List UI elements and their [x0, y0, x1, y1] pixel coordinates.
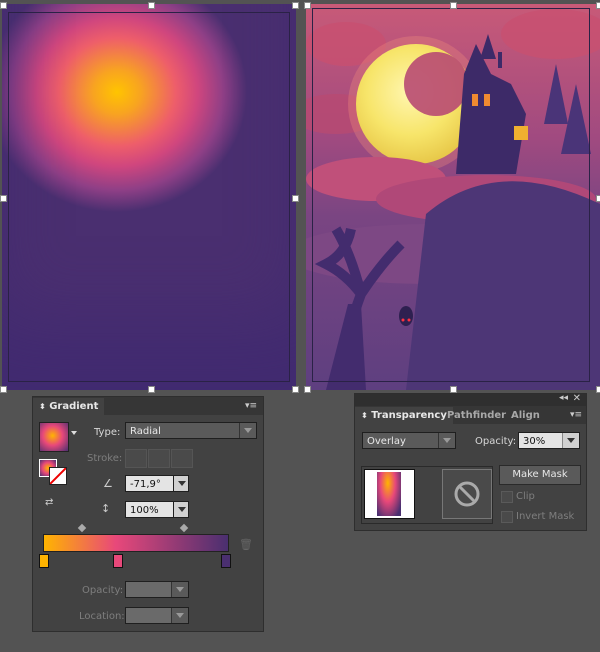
selection-handle[interactable]	[304, 2, 311, 9]
selection-handle[interactable]	[292, 195, 299, 202]
selection-handle[interactable]	[292, 386, 299, 393]
gradient-panel: ⬍ Gradient ▾≡ Type: Radial Stroke: ⇄ ∠ -…	[32, 396, 264, 632]
thumbnail-image	[377, 472, 401, 516]
stroke-across-icon[interactable]	[171, 449, 193, 468]
artboard-illustration[interactable]	[306, 4, 600, 390]
selection-handle[interactable]	[450, 386, 457, 393]
artboard-frame	[312, 8, 590, 382]
close-icon[interactable]: ✕	[573, 393, 581, 404]
gradient-stop[interactable]	[39, 554, 49, 568]
mask-thumbnail[interactable]	[442, 469, 492, 519]
no-mask-icon	[454, 481, 480, 507]
transparency-panel: ◂◂ ✕ ⬍ Transparency Pathfinder Align ▾≡ …	[354, 393, 587, 531]
selection-handle[interactable]	[0, 195, 7, 202]
gradient-stop[interactable]	[221, 554, 231, 568]
tab-transparency[interactable]: ⬍ Transparency	[355, 407, 453, 424]
chevron-down-icon[interactable]	[71, 431, 77, 435]
angle-icon: ∠	[103, 477, 113, 490]
selection-handle[interactable]	[596, 195, 600, 202]
selection-handle[interactable]	[148, 2, 155, 9]
chevron-down-icon	[171, 582, 188, 597]
opacity-label: Opacity:	[475, 436, 517, 447]
selection-handle[interactable]	[292, 2, 299, 9]
tab-align[interactable]: Align	[505, 407, 546, 424]
gradient-slider[interactable]	[43, 534, 229, 552]
blend-mode-select[interactable]: Overlay	[362, 432, 456, 449]
chevron-down-icon	[171, 608, 188, 623]
selection-handle[interactable]	[596, 2, 600, 9]
selection-handle[interactable]	[596, 386, 600, 393]
chevron-down-icon	[438, 433, 455, 448]
location-field[interactable]	[125, 607, 189, 624]
angle-dropdown[interactable]	[173, 475, 189, 492]
collapse-icon: ⬍	[39, 402, 46, 411]
panel-menu-icon[interactable]: ▾≡	[570, 410, 582, 420]
tab-gradient[interactable]: ⬍ Gradient	[33, 398, 105, 415]
reverse-gradient-icon[interactable]: ⇄	[45, 497, 61, 511]
stroke-none-icon[interactable]	[49, 467, 67, 485]
gradient-swatch[interactable]	[39, 422, 69, 452]
stroke-label: Stroke:	[87, 453, 123, 464]
invert-mask-label: Invert Mask	[516, 511, 575, 522]
selection-handle[interactable]	[0, 2, 7, 9]
panel-menu-icon[interactable]: ▾≡	[245, 401, 259, 411]
trash-icon[interactable]: 🗑	[239, 538, 253, 551]
collapse-panel-icon[interactable]: ◂◂	[559, 393, 568, 403]
chevron-down-icon	[562, 433, 579, 448]
selection-handle[interactable]	[304, 386, 311, 393]
artboard-gradient-preview[interactable]	[2, 4, 296, 390]
selection-handle[interactable]	[148, 386, 155, 393]
opacity-field[interactable]	[125, 581, 189, 598]
location-label: Location:	[79, 611, 125, 622]
tab-pathfinder[interactable]: Pathfinder	[441, 407, 512, 424]
clip-checkbox[interactable]	[501, 491, 513, 503]
object-thumbnail[interactable]	[364, 469, 415, 519]
type-select[interactable]: Radial	[125, 422, 257, 439]
midpoint-diamond[interactable]	[77, 523, 87, 533]
midpoint-diamond[interactable]	[179, 523, 189, 533]
opacity-label: Opacity:	[82, 585, 124, 596]
chevron-down-icon	[174, 476, 188, 491]
invert-mask-checkbox[interactable]	[501, 511, 513, 523]
selection-handle[interactable]	[450, 2, 457, 9]
aspect-ratio-icon: ↕	[101, 502, 111, 515]
gradient-panel-tabbar: ⬍ Gradient ▾≡	[33, 397, 263, 415]
stroke-within-icon[interactable]	[125, 449, 147, 468]
artboard-frame	[8, 12, 290, 382]
opacity-field[interactable]: 30%	[518, 432, 580, 449]
clip-label: Clip	[516, 491, 535, 502]
transparency-panel-tabbar: ⬍ Transparency Pathfinder Align ▾≡	[355, 406, 586, 424]
collapse-icon: ⬍	[361, 411, 368, 420]
type-label: Type:	[94, 427, 121, 438]
stroke-along-icon[interactable]	[148, 449, 170, 468]
aspect-dropdown[interactable]	[173, 501, 189, 518]
gradient-stop[interactable]	[113, 554, 123, 568]
chevron-down-icon	[174, 502, 188, 517]
panel-header-bar: ◂◂ ✕	[355, 393, 586, 406]
selection-handle[interactable]	[0, 386, 7, 393]
chevron-down-icon	[239, 423, 256, 438]
make-mask-button[interactable]: Make Mask	[499, 465, 581, 485]
